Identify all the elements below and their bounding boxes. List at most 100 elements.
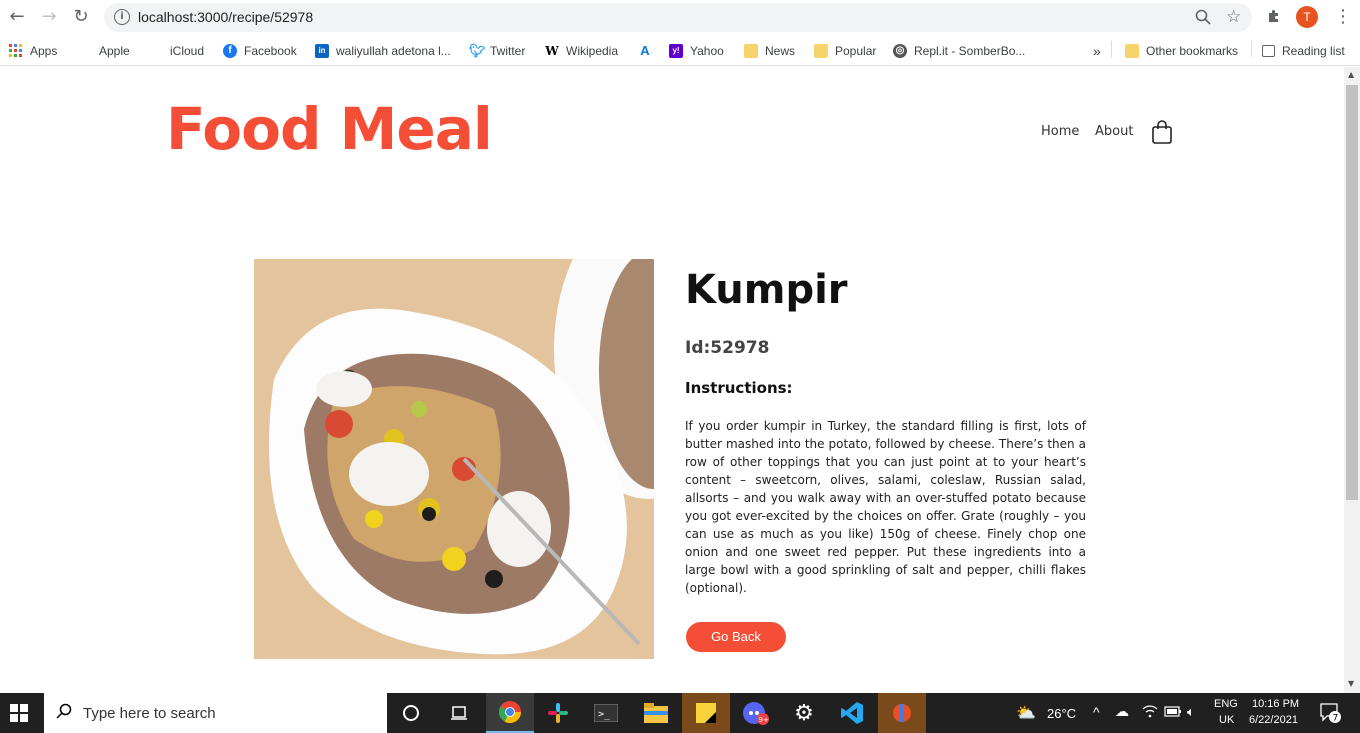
notification-count: 7 (1333, 714, 1339, 724)
bookmark-label: Popular (835, 44, 877, 58)
instructions-text: If you order kumpir in Turkey, the stand… (685, 419, 1086, 595)
svg-text:>_: >_ (598, 709, 611, 720)
apple-icon (78, 44, 92, 58)
recipe-image (254, 259, 654, 659)
app-paint-icon[interactable] (878, 693, 926, 733)
bookmark-linkedin[interactable]: in waliyullah adetona l... (315, 41, 451, 61)
bookmark-label: Reading list (1282, 44, 1345, 58)
sticky-notes-icon[interactable] (682, 693, 730, 733)
bookmark-label: Apps (30, 44, 58, 58)
page-scrollbar[interactable]: ▲ ▼ (1344, 67, 1360, 693)
windows-start-icon[interactable] (10, 704, 28, 722)
language-top[interactable]: ENG (1214, 698, 1238, 710)
chrome-icon[interactable] (486, 693, 534, 733)
url-text[interactable]: localhost:3000/recipe/52978 (138, 9, 313, 25)
wifi-icon[interactable] (1142, 704, 1158, 721)
back-arrow-icon[interactable]: ← (7, 7, 27, 27)
settings-gear-icon[interactable]: ⚙ (780, 693, 828, 733)
bookmarks-overflow-button[interactable]: » (1093, 41, 1101, 61)
slack-icon[interactable] (534, 693, 582, 733)
folder-icon (1125, 44, 1139, 58)
bookmark-label: Wikipedia (566, 44, 619, 58)
facebook-icon: f (223, 44, 237, 58)
linkedin-icon: in (315, 44, 329, 58)
chevron-up-icon[interactable]: ^ (1093, 704, 1100, 720)
bookmark-replit[interactable]: ◎ Repl.it - SomberBo... (893, 41, 1025, 61)
clock-date[interactable]: 6/22/2021 (1249, 714, 1298, 726)
bookmark-label: Repl.it - SomberBo... (914, 44, 1026, 58)
yahoo-icon: y! (669, 44, 683, 58)
notification-center-icon[interactable]: 7 (1320, 703, 1342, 726)
forward-arrow-icon[interactable]: → (39, 7, 59, 27)
recipe-title: Kumpir (685, 267, 848, 313)
bookmark-label: iCloud (170, 44, 205, 58)
language-bottom[interactable]: UK (1219, 714, 1234, 726)
bookmark-icloud[interactable]: iCloud (149, 41, 204, 61)
scroll-up-arrow-icon[interactable]: ▲ (1348, 70, 1354, 79)
menu-kebab-icon[interactable]: ⋮ (1334, 6, 1352, 27)
go-back-button[interactable]: Go Back (686, 622, 786, 652)
bookmark-azure[interactable]: A (638, 41, 659, 61)
search-placeholder: Type here to search (83, 705, 216, 722)
weather-temp[interactable]: 26°C (1047, 706, 1076, 721)
folder-icon (814, 44, 828, 58)
bookmark-apps[interactable]: Apps (9, 41, 57, 61)
cortana-icon[interactable] (387, 693, 435, 733)
file-explorer-icon[interactable] (632, 693, 680, 733)
bookmark-facebook[interactable]: f Facebook (223, 41, 297, 61)
shopping-bag-icon[interactable] (1151, 120, 1173, 144)
bookmarks-bar: Apps Apple iCloud f Facebook in waliyull… (0, 35, 1360, 66)
weather-icon[interactable]: ⛅ (1016, 703, 1036, 723)
bookmark-other-bookmarks[interactable]: Other bookmarks (1125, 41, 1238, 61)
address-bar[interactable]: i localhost:3000/recipe/52978 ☆ (104, 3, 1252, 32)
wikipedia-icon: W (545, 44, 559, 58)
bookmark-twitter[interactable]: 🐦︎ Twitter (469, 41, 525, 61)
page-content: Food Meal Home About Kumpir Id:52978 Ins… (0, 67, 1344, 693)
discord-icon[interactable]: 9+ (732, 693, 780, 733)
bookmark-label: Other bookmarks (1146, 44, 1239, 58)
reading-list-icon (1262, 45, 1275, 57)
recipe-id: Id:52978 (685, 338, 770, 358)
taskbar-search-box[interactable]: Type here to search (44, 693, 387, 733)
task-view-icon[interactable] (435, 693, 483, 733)
scroll-down-arrow-icon[interactable]: ▼ (1348, 679, 1354, 688)
twitter-icon: 🐦︎ (469, 43, 486, 58)
scroll-thumb[interactable] (1346, 85, 1358, 500)
browser-toolbar: ← → ↻ i localhost:3000/recipe/52978 ☆ T … (0, 0, 1360, 35)
folder-icon (744, 44, 758, 58)
onedrive-cloud-icon[interactable]: ☁ (1115, 703, 1129, 720)
bookmark-yahoo[interactable]: y! Yahoo (669, 41, 724, 61)
bookmarks-divider (1111, 41, 1112, 57)
bookmark-label: Facebook (244, 44, 297, 58)
bookmark-label: News (765, 44, 796, 58)
bookmark-folder-news[interactable]: News (744, 41, 795, 61)
clock-time[interactable]: 10:16 PM (1252, 698, 1299, 710)
site-info-icon[interactable]: i (114, 9, 130, 25)
reload-icon[interactable]: ↻ (71, 7, 91, 27)
bookmark-folder-popular[interactable]: Popular (814, 41, 876, 61)
bookmark-wikipedia[interactable]: W Wikipedia (545, 41, 618, 61)
terminal-icon[interactable]: >_ (582, 693, 630, 733)
discord-badge: 9+ (759, 716, 769, 724)
bookmark-apple[interactable]: Apple (78, 41, 130, 61)
replit-icon: ◎ (893, 44, 907, 58)
bookmark-star-icon[interactable]: ☆ (1226, 7, 1241, 27)
zoom-icon[interactable] (1195, 9, 1211, 29)
azure-icon: A (640, 43, 650, 58)
bookmark-label: Apple (99, 44, 130, 58)
reading-list-button[interactable]: Reading list (1262, 41, 1345, 61)
profile-avatar[interactable]: T (1296, 6, 1318, 28)
volume-icon[interactable]: 🔈︎ (1187, 704, 1195, 720)
bookmark-label: Twitter (490, 44, 526, 58)
apps-grid-icon (9, 44, 23, 58)
nav-about-link[interactable]: About (1095, 124, 1133, 139)
extensions-puzzle-icon[interactable] (1266, 8, 1282, 28)
bookmarks-divider (1251, 41, 1252, 57)
bookmark-label: Yahoo (690, 44, 724, 58)
apple-icon (149, 44, 163, 58)
vscode-icon[interactable] (828, 693, 876, 733)
instructions-heading: Instructions: (685, 379, 793, 397)
nav-home-link[interactable]: Home (1041, 124, 1079, 139)
site-logo[interactable]: Food Meal (166, 95, 493, 163)
battery-icon[interactable] (1164, 706, 1182, 721)
